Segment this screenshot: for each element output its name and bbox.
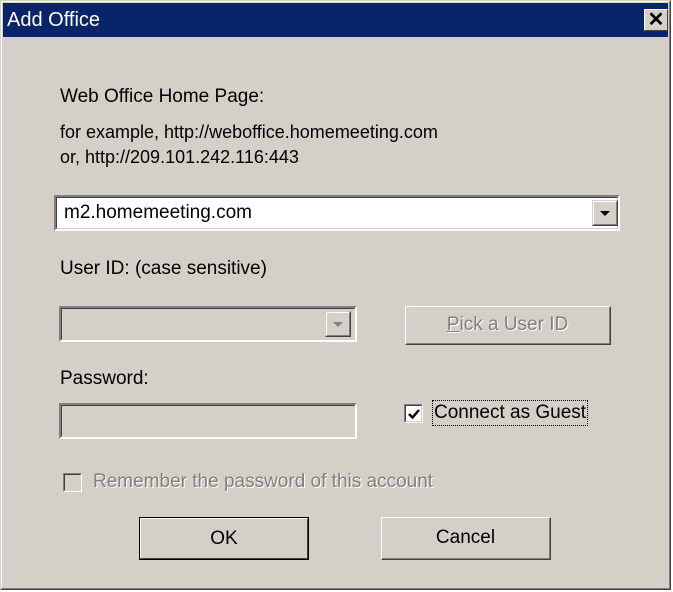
close-button[interactable]: ✕ — [644, 9, 668, 31]
password-field[interactable] — [59, 403, 357, 439]
user-id-dropdown-button[interactable] — [325, 311, 351, 337]
window-title: Add Office — [7, 9, 101, 31]
cancel-button[interactable]: Cancel — [381, 517, 551, 560]
remember-password-label[interactable]: Remember the password of this account — [93, 471, 433, 493]
add-office-dialog: Add Office ✕ Web Office Home Page: for e… — [0, 0, 671, 590]
chevron-down-icon — [333, 322, 343, 327]
title-bar[interactable]: Add Office ✕ — [3, 3, 668, 37]
home-page-value[interactable]: m2.homemeeting.com — [64, 202, 252, 224]
pick-user-id-label: Pick a User ID — [406, 307, 610, 344]
home-page-label: Web Office Home Page: — [60, 86, 265, 107]
pick-user-id-button[interactable]: Pick a User ID — [405, 306, 611, 345]
password-label: Password: — [60, 368, 149, 389]
connect-as-guest-label[interactable]: Connect as Guest — [431, 400, 589, 426]
ok-label: OK — [140, 518, 308, 559]
close-icon: ✕ — [647, 9, 665, 31]
connect-as-guest-checkbox[interactable] — [404, 404, 423, 423]
checkmark-icon — [408, 409, 420, 420]
cancel-label: Cancel — [382, 518, 550, 559]
example-line-2: or, http://209.101.242.116:443 — [60, 147, 299, 167]
example-line-1: for example, http://weboffice.homemeetin… — [60, 122, 438, 142]
remember-password-checkbox[interactable] — [63, 473, 82, 492]
home-page-combobox[interactable]: m2.homemeeting.com — [54, 195, 620, 231]
user-id-label: User ID: (case sensitive) — [60, 258, 267, 279]
ok-button[interactable]: OK — [139, 517, 309, 560]
home-page-dropdown-button[interactable] — [592, 200, 618, 226]
user-id-combobox[interactable] — [59, 306, 357, 342]
chevron-down-icon — [600, 211, 610, 216]
